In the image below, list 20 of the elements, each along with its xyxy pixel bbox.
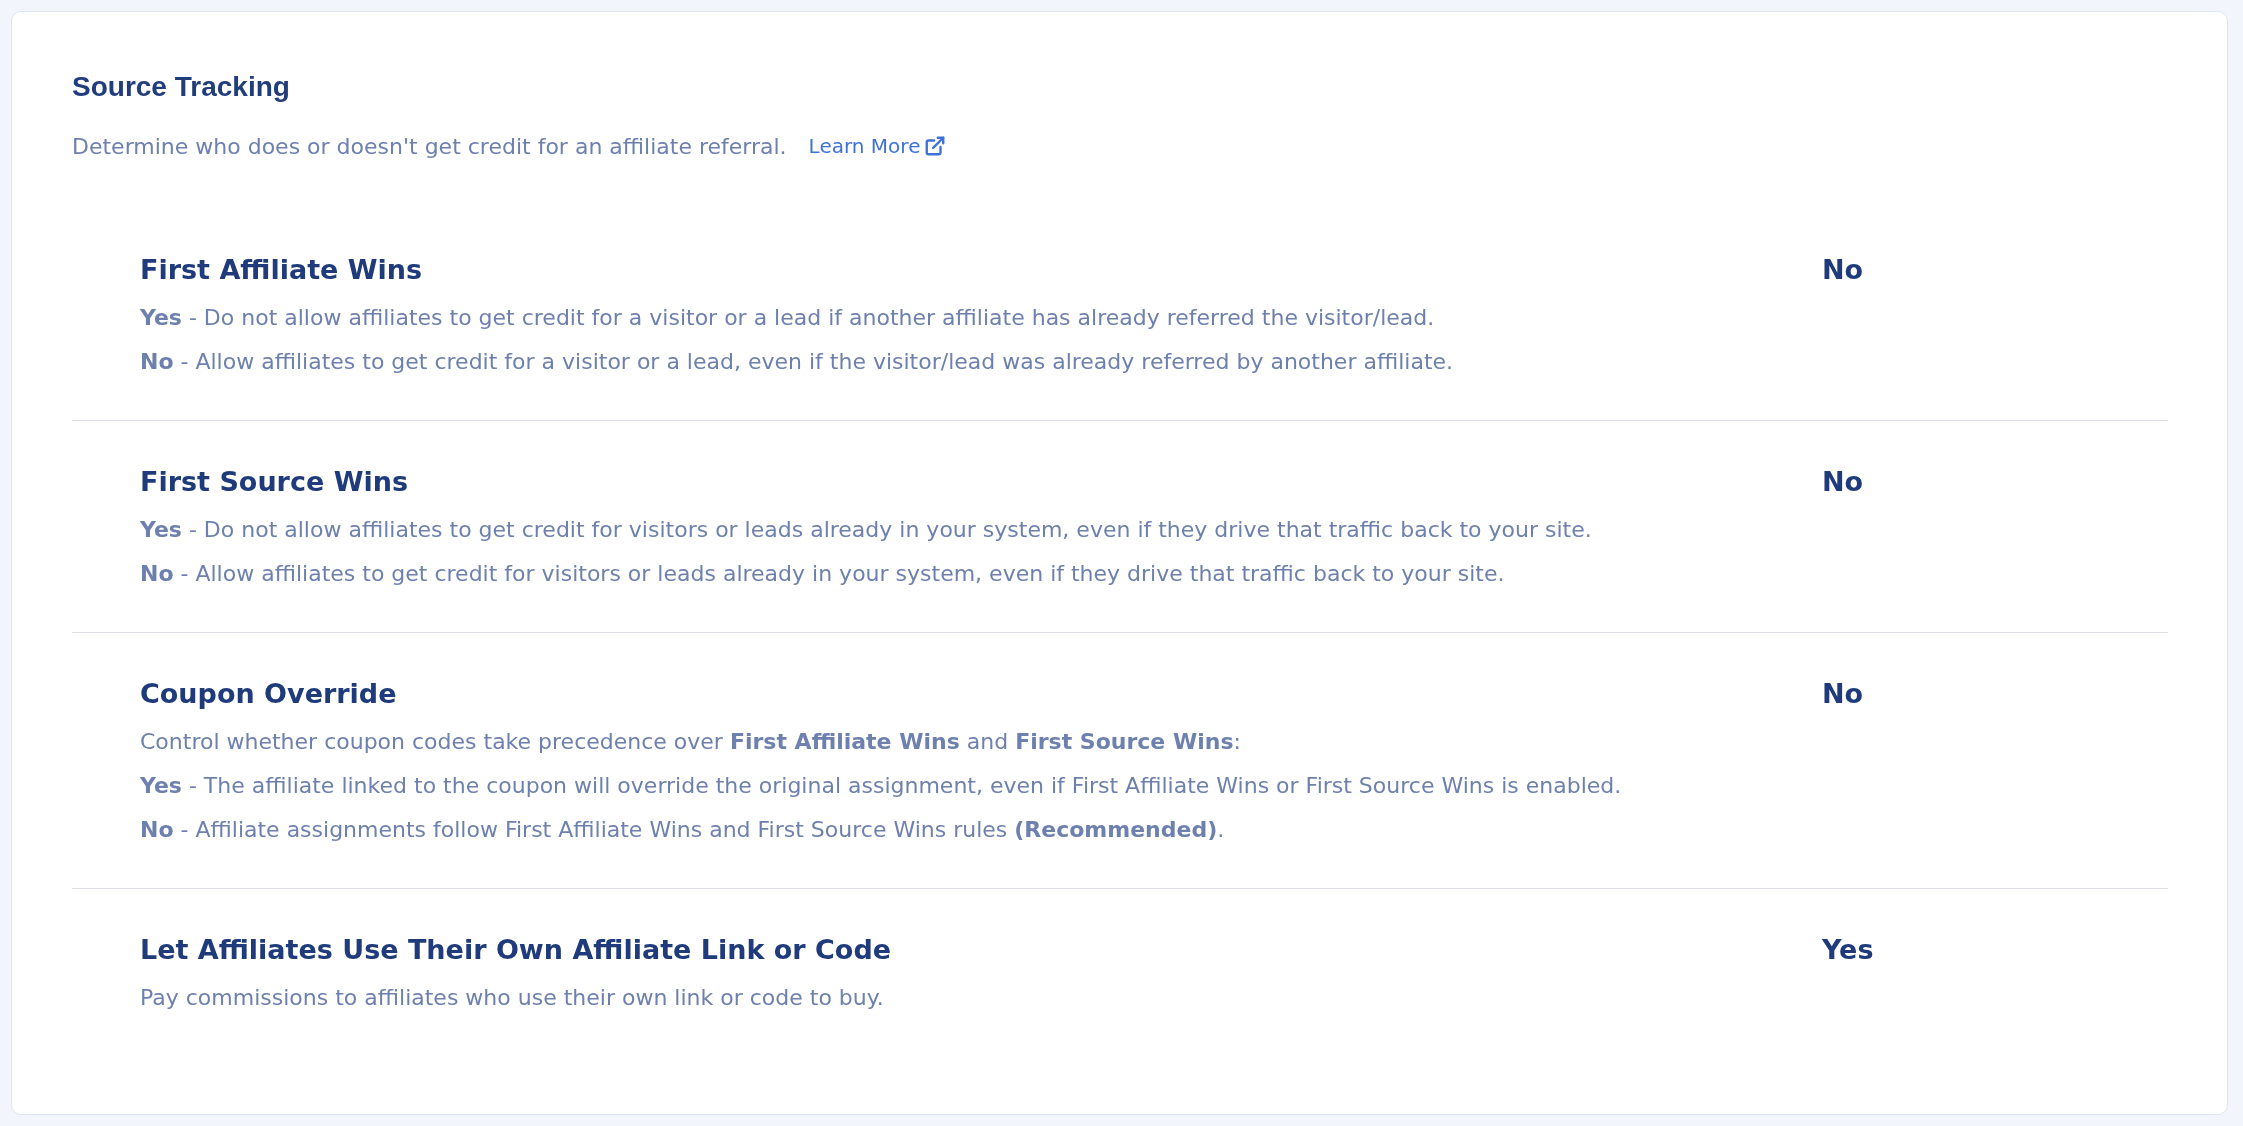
setting-title: First Affiliate Wins: [140, 253, 423, 287]
setting-description: Control whether coupon codes take precedence over First Affiliate Wins and First Source Wins:: [140, 728, 1241, 756]
setting-value: No: [1822, 253, 1864, 287]
external-link-icon: [924, 135, 947, 157]
setting-description: Yes - Do not allow affiliates to get credit for a visitor or a lead if another affiliate has already referred the visitor/lead.: [140, 304, 1435, 332]
setting-description: Yes - The affiliate linked to the coupon will override the original assignment, even if First Affiliate Wins or First Source Wins is enabled.: [140, 772, 1622, 800]
setting-value: Yes: [1822, 933, 1874, 967]
setting-description: No - Affiliate assignments follow First Affiliate Wins and First Source Wins rules (Recommended).: [140, 816, 1225, 844]
setting-title: Coupon Override: [140, 677, 397, 711]
setting-title: First Source Wins: [140, 465, 408, 499]
setting-description: No - Allow affiliates to get credit for visitors or leads already in your system, even if they drive that traffic back to your site.: [140, 560, 1505, 588]
setting-description: Yes - Do not allow affiliates to get credit for visitors or leads already in your system, even if they drive that traffic back to your site.: [140, 516, 1592, 544]
setting-value: No: [1822, 465, 1864, 499]
section-title: Source Tracking: [72, 70, 290, 104]
setting-value: No: [1822, 677, 1864, 711]
section-description: Determine who does or doesn't get credit for an affiliate referral.: [72, 132, 787, 161]
setting-description: Pay commissions to affiliates who use their own link or code to buy.: [140, 984, 884, 1012]
setting-description: No - Allow affiliates to get credit for a visitor or a lead, even if the visitor/lead was already referred by another affiliate.: [140, 348, 1454, 376]
learn-more-link[interactable]: Learn More: [808, 131, 947, 161]
setting-title: Let Affiliates Use Their Own Affiliate Link or Code: [140, 933, 892, 967]
